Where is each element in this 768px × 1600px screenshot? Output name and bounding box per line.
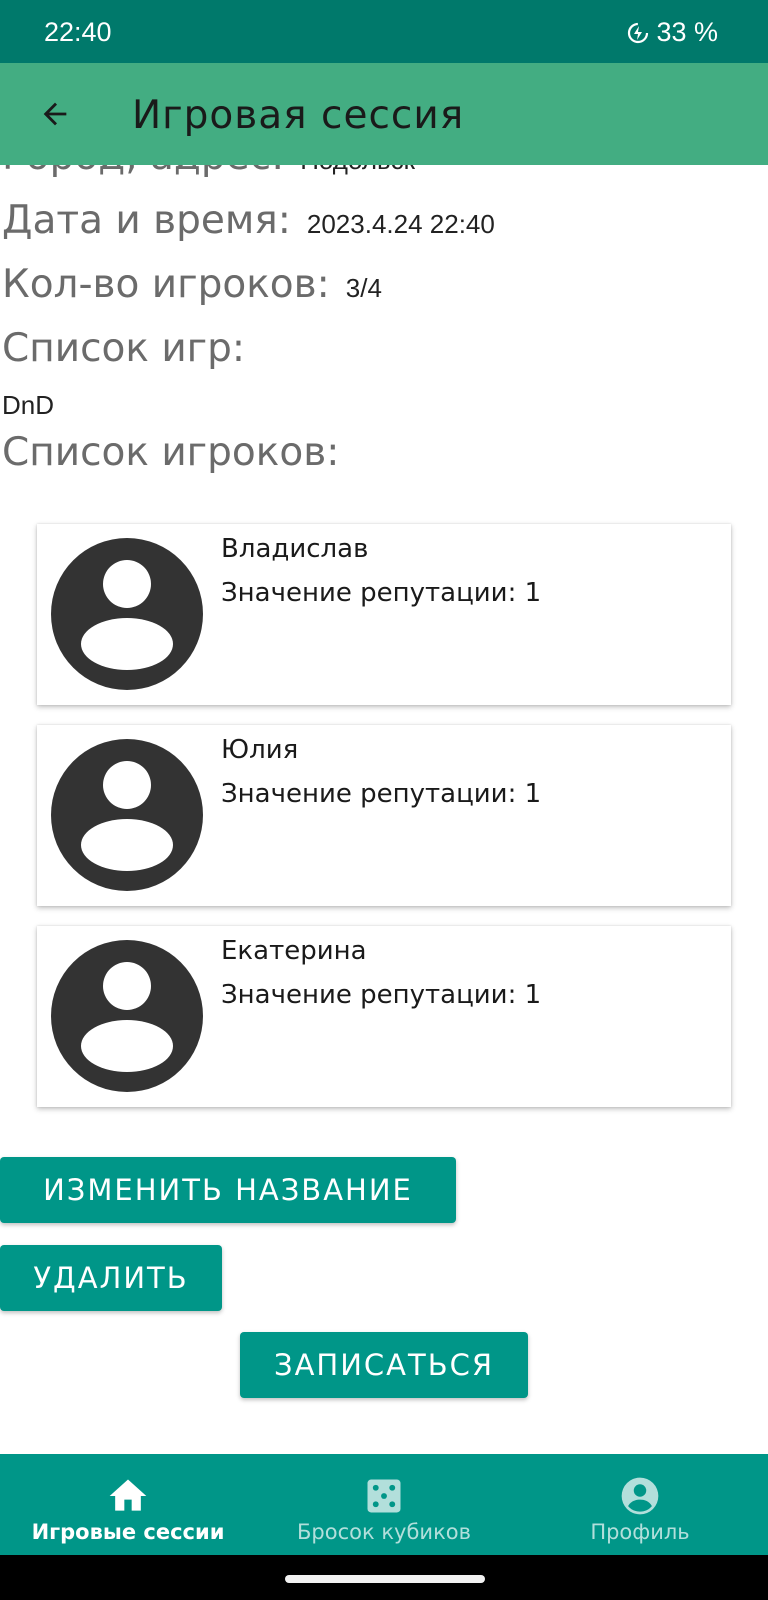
players-count-row: Кол-во игроков: 3/4 — [2, 262, 382, 307]
nav-item-profile[interactable]: Профиль — [512, 1454, 768, 1555]
gesture-handle[interactable] — [285, 1575, 485, 1583]
player-card[interactable]: Юлия Значение репутации: 1 — [37, 725, 731, 906]
delete-button[interactable]: УДАЛИТЬ — [0, 1245, 222, 1311]
avatar-icon — [51, 739, 203, 891]
bottom-navigation: Игровые сессии Бросок кубиков Профиль — [0, 1454, 768, 1555]
games-value: DnD — [2, 390, 55, 420]
signup-button[interactable]: ЗАПИСАТЬСЯ — [240, 1332, 528, 1398]
player-name: Екатерина — [221, 936, 367, 966]
status-time: 22:40 — [44, 17, 112, 47]
page-title: Игровая сессия — [132, 93, 465, 138]
back-button[interactable] — [28, 87, 82, 141]
app-bar: Игровая сессия — [0, 63, 768, 165]
player-reputation: Значение репутации: 1 — [221, 779, 542, 809]
player-card[interactable]: Владислав Значение репутации: 1 — [37, 524, 731, 705]
player-reputation: Значение репутации: 1 — [221, 578, 542, 608]
player-name: Владислав — [221, 534, 369, 564]
battery-percent: 33 % — [656, 17, 718, 47]
games-row: Список игр: — [2, 326, 245, 371]
players-count-value: 3/4 — [345, 273, 382, 303]
status-bar: 22:40 33 % — [0, 0, 768, 63]
arrow-left-icon — [43, 102, 67, 126]
status-battery: 33 % — [626, 17, 718, 48]
players-list-row: Список игроков: — [2, 430, 339, 475]
nav-item-game-sessions[interactable]: Игровые сессии — [0, 1454, 256, 1555]
datetime-row: Дата и время: 2023.4.24 22:40 — [2, 198, 495, 243]
avatar-icon — [51, 538, 203, 690]
nav-label: Профиль — [590, 1520, 690, 1544]
rename-button[interactable]: ИЗМЕНИТЬ НАЗВАНИЕ — [0, 1157, 456, 1223]
nav-label: Бросок кубиков — [297, 1520, 471, 1544]
dice-icon — [367, 1479, 401, 1513]
player-name: Юлия — [221, 735, 299, 765]
player-reputation: Значение репутации: 1 — [221, 980, 542, 1010]
nav-item-dice-roll[interactable]: Бросок кубиков — [256, 1454, 512, 1555]
system-navigation-area — [0, 1555, 768, 1600]
avatar-icon — [51, 940, 203, 1092]
home-icon — [109, 1479, 147, 1511]
players-count-label: Кол-во игроков: — [2, 262, 330, 307]
battery-saver-icon — [628, 22, 649, 43]
datetime-value: 2023.4.24 22:40 — [306, 209, 495, 239]
datetime-label: Дата и время: — [2, 198, 291, 243]
players-list-label: Список игроков: — [2, 430, 340, 475]
player-card[interactable]: Екатерина Значение репутации: 1 — [37, 926, 731, 1107]
games-label: Список игр: — [2, 326, 246, 371]
nav-label: Игровые сессии — [31, 1520, 225, 1544]
account-circle-icon — [621, 1477, 659, 1515]
